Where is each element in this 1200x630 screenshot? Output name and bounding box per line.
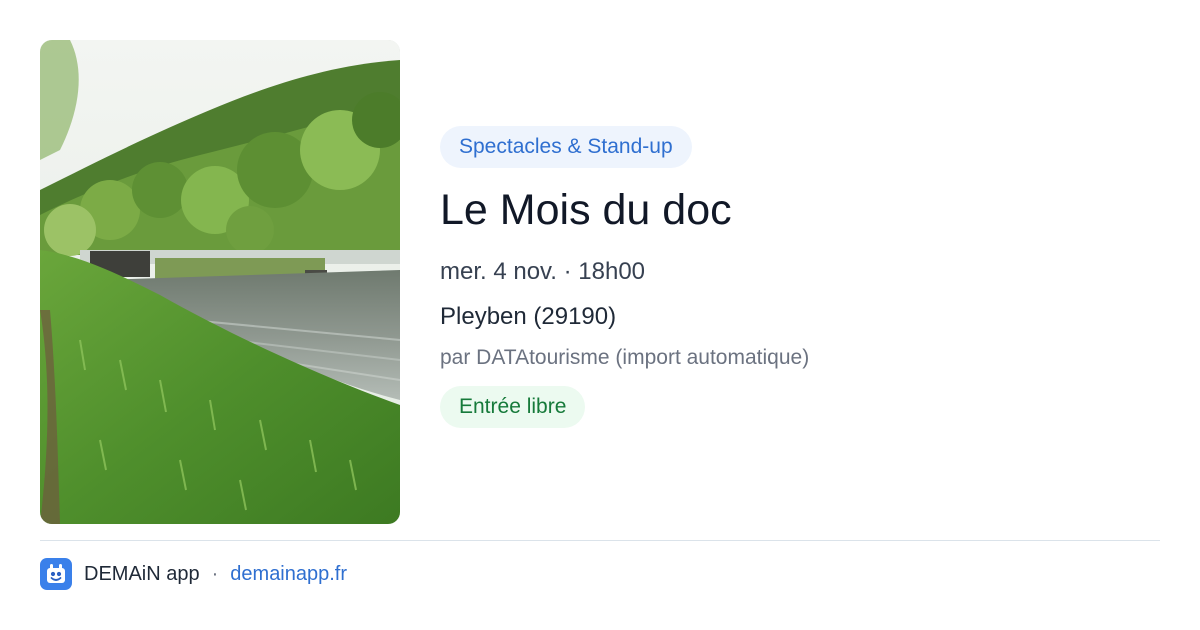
- event-title: Le Mois du doc: [440, 186, 732, 234]
- event-datetime: mer. 4 nov. · 18h00: [440, 258, 646, 285]
- event-card[interactable]: Spectacles & Stand-up Le Mois du doc mer…: [0, 0, 1200, 630]
- app-website-link[interactable]: demainapp.fr: [230, 563, 347, 586]
- footer: DEMAiN app · demainapp.fr: [40, 557, 347, 591]
- footer-separator: ·: [211, 562, 219, 585]
- category-badge: Spectacles & Stand-up: [440, 126, 692, 168]
- demain-app-icon: [40, 558, 72, 590]
- footer-divider: [40, 540, 1160, 541]
- event-author: par DATAtourisme (import automatique): [440, 346, 810, 369]
- event-location: Pleyben (29190): [440, 303, 617, 330]
- price-badge: Entrée libre: [440, 386, 586, 428]
- app-name: DEMAiN app: [84, 562, 200, 585]
- event-info: Spectacles & Stand-up Le Mois du doc mer…: [440, 126, 1160, 428]
- event-photo: [40, 40, 400, 524]
